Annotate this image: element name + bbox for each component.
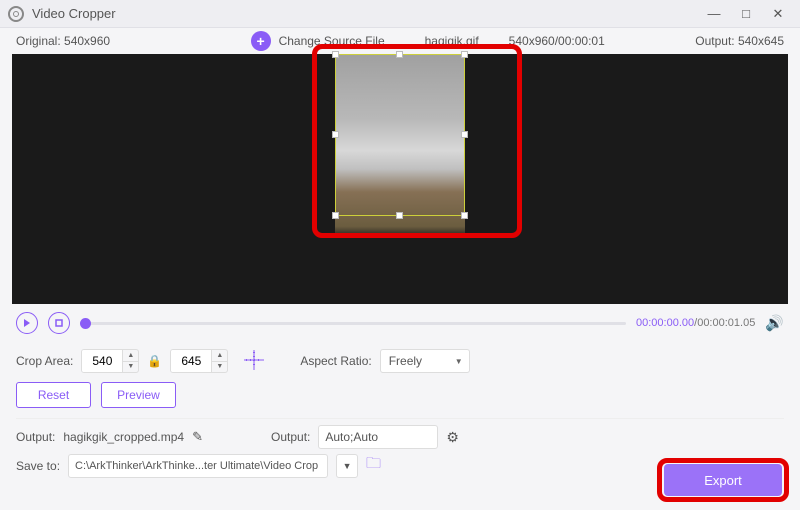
crop-width-input[interactable]	[82, 350, 122, 372]
output-file-label: Output:	[16, 430, 55, 444]
maximize-button[interactable]: □	[732, 3, 760, 25]
save-to-label: Save to:	[16, 459, 60, 473]
title-bar: Video Cropper — □ ✕	[0, 0, 800, 28]
output-settings-icon[interactable]: ⚙	[446, 429, 459, 446]
output-format-value: Auto;Auto	[318, 425, 438, 449]
add-source-button[interactable]: +	[251, 31, 271, 51]
crop-area-label: Crop Area:	[16, 354, 73, 368]
crop-width-stepper[interactable]: ▲▼	[81, 349, 139, 373]
source-dimensions-time: 540x960/00:00:01	[509, 34, 605, 48]
crop-width-down[interactable]: ▼	[123, 362, 138, 373]
volume-icon[interactable]: 🔊	[765, 314, 784, 332]
aspect-ratio-label: Aspect Ratio:	[300, 354, 371, 368]
app-logo-icon	[8, 6, 24, 22]
crop-height-stepper[interactable]: ▲▼	[170, 349, 228, 373]
output-file-value: hagikgik_cropped.mp4	[63, 430, 184, 444]
seek-track[interactable]	[80, 322, 626, 325]
center-guide-icon[interactable]	[244, 350, 264, 373]
edit-output-name-icon[interactable]: ✎	[192, 429, 203, 445]
original-value: 540x960	[64, 34, 110, 48]
crop-height-input[interactable]	[171, 350, 211, 372]
app-title: Video Cropper	[32, 6, 700, 21]
preview-button[interactable]: Preview	[101, 382, 176, 408]
preview-canvas	[0, 54, 800, 304]
playback-bar: 00:00:00.00/00:00:01.05 🔊	[0, 304, 800, 340]
save-path-dropdown[interactable]: ▼	[336, 454, 358, 478]
play-button[interactable]	[16, 312, 38, 334]
crop-height-up[interactable]: ▲	[212, 350, 227, 362]
divider	[16, 418, 784, 419]
close-button[interactable]: ✕	[764, 3, 792, 25]
aspect-ratio-select[interactable]: Freely	[380, 349, 470, 373]
current-time: 00:00:00.00	[636, 317, 694, 329]
video-preview-area[interactable]	[12, 54, 788, 304]
original-label: Original:	[16, 34, 61, 48]
crop-width-up[interactable]: ▲	[123, 350, 138, 362]
lock-aspect-icon[interactable]: 🔒	[147, 354, 162, 368]
seek-handle[interactable]	[80, 318, 91, 329]
output-dim-label: Output:	[695, 34, 734, 48]
output-row: Output: hagikgik_cropped.mp4 ✎ Output: A…	[0, 423, 800, 451]
crop-height-down[interactable]: ▼	[212, 362, 227, 373]
save-path-box: C:\ArkThinker\ArkThinke...ter Ultimate\V…	[68, 454, 328, 478]
crop-controls: Crop Area: ▲▼ 🔒 ▲▼ Aspect Ratio: Freely …	[0, 340, 800, 412]
stop-button[interactable]	[48, 312, 70, 334]
output-dim-value: 540x645	[738, 34, 784, 48]
minimize-button[interactable]: —	[700, 3, 728, 25]
reset-button[interactable]: Reset	[16, 382, 91, 408]
open-folder-icon[interactable]: 🗀	[366, 453, 381, 478]
highlight-annotation-crop	[312, 44, 522, 238]
total-time: /00:00:01.05	[694, 317, 755, 329]
output-format-label: Output:	[271, 430, 310, 444]
export-button[interactable]: Export	[664, 464, 782, 496]
